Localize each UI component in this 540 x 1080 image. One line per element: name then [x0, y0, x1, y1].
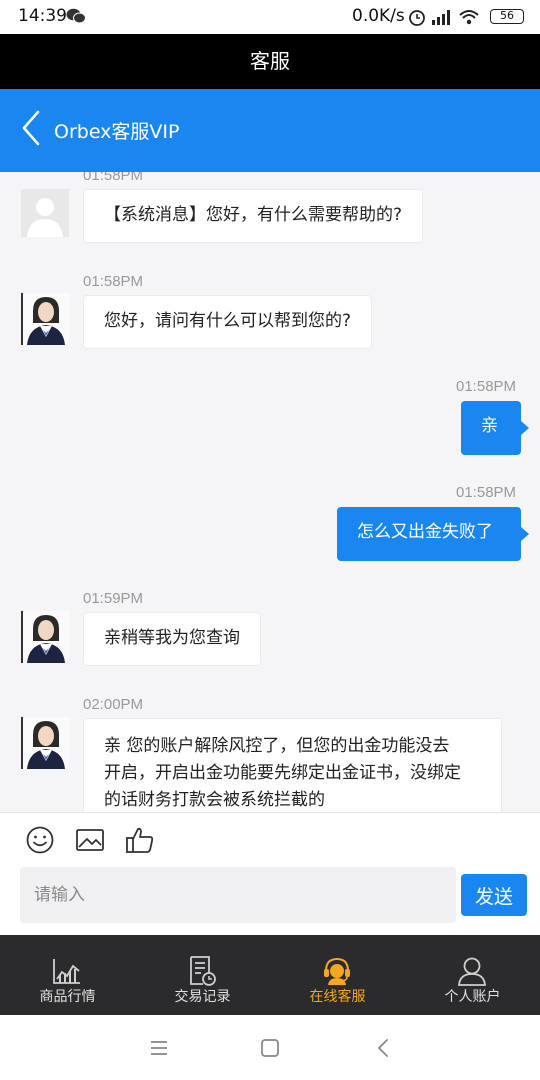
- message-bubble: 您好，请问有什么可以帮到您的?: [83, 295, 373, 349]
- emoji-icon[interactable]: [25, 825, 55, 855]
- message-time: 01:59PM: [83, 590, 144, 607]
- battery-indicator: 56: [490, 9, 524, 24]
- menu-icon[interactable]: [148, 1037, 170, 1059]
- message-text-line: 亲 您的账户解除风控了，但您的出金功能没去: [104, 736, 450, 756]
- message-bubble: 【系统消息】您好，有什么需要帮助的?: [83, 189, 424, 243]
- default-user-icon: [21, 189, 69, 237]
- message-time: 01:58PM: [456, 378, 517, 395]
- bottom-nav: 商品行情 交易记录 在线客服 个人账户: [0, 935, 540, 1015]
- chat-title: Orbex客服VIP: [54, 121, 180, 143]
- message-bubble-self: 怎么又出金失败了: [337, 507, 529, 561]
- wifi-icon: [459, 10, 479, 25]
- system-nav-bar: [0, 1015, 540, 1080]
- trade-record-icon: [190, 956, 216, 986]
- message-bubble: 亲 您的账户解除风控了，但您的出金功能没去 开启，开启出金功能要先绑定出金证书，…: [83, 718, 502, 812]
- message-text: 怎么又出金失败了: [357, 522, 493, 542]
- wechat-icon: [66, 8, 86, 24]
- message-time: 01:58PM: [83, 172, 144, 184]
- message-text: 亲稍等我为您查询: [104, 628, 240, 648]
- status-time: 14:39: [18, 6, 67, 26]
- message-time: 01:58PM: [456, 484, 517, 501]
- app-title-bar: 客服: [0, 34, 540, 89]
- home-icon[interactable]: [259, 1037, 281, 1059]
- agent-avatar: [21, 293, 69, 345]
- message-text-line: 开启，开启出金功能要先绑定出金证书，没绑定: [104, 763, 461, 783]
- app-title: 客服: [250, 49, 290, 73]
- nav-label: 交易记录: [174, 989, 231, 1005]
- agent-avatar: [21, 611, 69, 663]
- message-text: 您好，请问有什么可以帮到您的?: [104, 311, 352, 331]
- status-bar: 14:39 0.0K/s 56: [0, 0, 540, 34]
- message-bubble: 亲稍等我为您查询: [83, 612, 261, 666]
- message-text-line: 的话财务打款会被系统拦截的: [104, 790, 325, 810]
- alarm-icon: [409, 10, 425, 26]
- customer-service-icon: [324, 957, 350, 985]
- back-arrow-icon[interactable]: [20, 109, 42, 147]
- message-bubble-self: 亲: [461, 401, 529, 455]
- nav-label: 在线客服: [309, 989, 366, 1005]
- message-time: 01:58PM: [83, 273, 144, 290]
- network-speed: 0.0K/s: [352, 6, 405, 26]
- image-icon[interactable]: [75, 825, 105, 855]
- thumbs-up-icon[interactable]: [125, 825, 155, 855]
- agent-avatar: [21, 717, 69, 769]
- chat-message-list[interactable]: 01:58PM 【系统消息】您好，有什么需要帮助的? 01:58PM 您好，请问…: [0, 172, 540, 812]
- user-account-icon: [458, 957, 486, 986]
- nav-item-market[interactable]: 商品行情: [0, 935, 135, 1015]
- message-text: 【系统消息】您好，有什么需要帮助的?: [104, 205, 403, 225]
- send-button[interactable]: 发送: [461, 874, 527, 916]
- nav-item-trade-record[interactable]: 交易记录: [135, 935, 270, 1015]
- market-chart-icon: [53, 959, 80, 984]
- nav-item-customer-service[interactable]: 在线客服: [270, 935, 405, 1015]
- signal-icon: [432, 10, 450, 25]
- back-icon[interactable]: [373, 1037, 395, 1059]
- nav-item-account[interactable]: 个人账户: [405, 935, 540, 1015]
- chat-header: Orbex客服VIP: [0, 89, 540, 172]
- system-avatar: [21, 189, 69, 237]
- message-text: 亲: [481, 416, 498, 436]
- message-input[interactable]: [20, 867, 456, 923]
- message-composer: 发送: [0, 812, 540, 935]
- nav-label: 个人账户: [444, 989, 501, 1005]
- nav-label: 商品行情: [39, 989, 96, 1005]
- message-time: 02:00PM: [83, 696, 144, 713]
